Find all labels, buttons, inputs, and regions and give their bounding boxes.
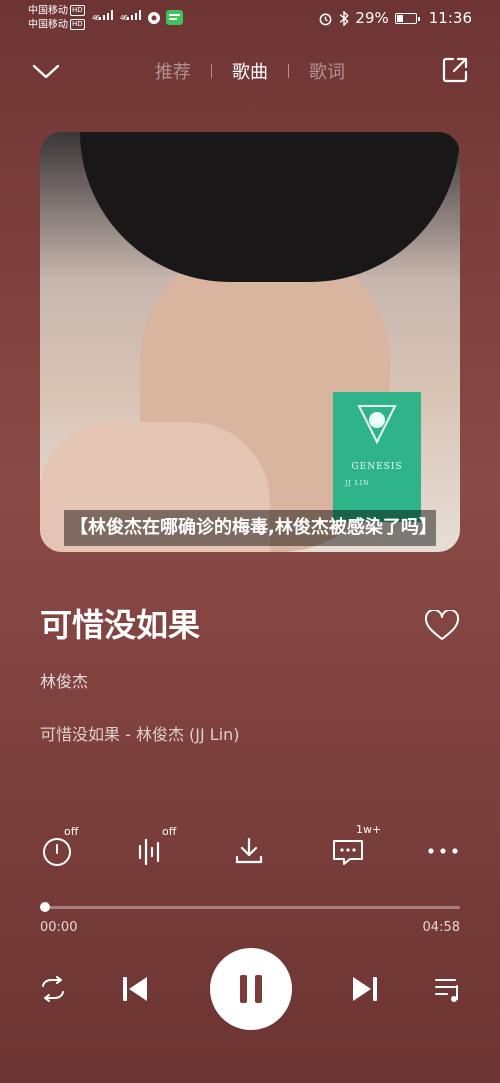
signal-icon-1: 46 — [92, 10, 113, 23]
tab-song[interactable]: 歌曲 — [212, 58, 288, 84]
heart-icon — [424, 610, 460, 640]
cd-title: GENESIS — [351, 462, 403, 472]
status-right: 29% 11:36 — [318, 9, 472, 27]
playlist-button[interactable] — [426, 967, 470, 1011]
cd-emblem-icon — [357, 405, 397, 445]
signal-icon-2: 46 — [120, 10, 141, 23]
download-button[interactable] — [227, 829, 271, 873]
album-cover[interactable]: GENESIS JJ LIN — [40, 132, 460, 552]
share-icon — [442, 57, 468, 83]
total-time: 04:58 — [422, 920, 460, 935]
cd-artist: JJ LIN — [345, 480, 370, 487]
comment-icon — [333, 840, 363, 865]
effect-badge: off — [162, 825, 177, 838]
more-button[interactable] — [421, 829, 465, 873]
tab-lyrics[interactable]: 歌词 — [289, 58, 365, 84]
clock: 11:36 — [428, 9, 472, 27]
app-notification-icon — [166, 10, 183, 28]
album-info[interactable]: 可惜没如果 - 林俊杰 (JJ Lin) — [40, 721, 240, 745]
hd-badge-2: HD — [70, 19, 85, 30]
comments-button[interactable]: 1w+ — [326, 823, 381, 873]
elapsed-time: 00:00 — [40, 920, 78, 935]
signal-1-label: 46 — [92, 14, 100, 22]
pause-icon — [240, 975, 262, 1003]
artist-name[interactable]: 林俊杰 — [40, 668, 88, 692]
previous-button[interactable] — [113, 967, 157, 1011]
repeat-button[interactable] — [31, 967, 75, 1011]
carrier-1-label: 中国移动 — [28, 5, 68, 17]
carrier-2: 中国移动 HD — [28, 19, 85, 32]
action-row: off off 1w+ — [0, 823, 500, 875]
download-icon — [235, 837, 263, 864]
carrier-2-label: 中国移动 — [28, 19, 68, 31]
playlist-icon — [435, 979, 458, 1002]
tab-bar: 推荐 歌曲 歌词 — [0, 55, 500, 87]
more-icon — [428, 848, 458, 854]
nfc-icon — [147, 11, 161, 28]
comments-badge: 1w+ — [356, 823, 382, 836]
next-icon — [353, 977, 377, 1001]
sound-effect-icon — [138, 838, 160, 866]
alarm-icon — [320, 13, 332, 25]
next-button[interactable] — [343, 967, 387, 1011]
timer-icon — [43, 838, 71, 866]
like-button[interactable] — [420, 604, 464, 648]
carrier-1: 中国移动 HD — [28, 5, 85, 18]
song-title: 可惜没如果 — [40, 607, 201, 643]
caption-overlay: 【林俊杰在哪确诊的梅毒,林俊杰被感染了吗】 — [64, 510, 437, 546]
album-portrait-hair — [80, 132, 460, 282]
battery-percent: 29% — [355, 9, 389, 27]
repeat-icon — [42, 976, 64, 1002]
progress-knob[interactable] — [40, 902, 50, 912]
previous-icon — [123, 977, 147, 1001]
sleep-timer-button[interactable]: off — [36, 825, 80, 873]
timer-badge: off — [64, 825, 79, 838]
progress-bar[interactable] — [40, 906, 460, 909]
cd-case: GENESIS JJ LIN — [333, 392, 421, 522]
playback-controls — [0, 948, 500, 1032]
pause-button[interactable] — [210, 948, 292, 1030]
bluetooth-icon — [340, 10, 350, 26]
battery-icon — [394, 12, 420, 24]
sound-effect-button[interactable]: off — [130, 825, 176, 873]
signal-2-label: 46 — [120, 14, 128, 22]
tab-recommend[interactable]: 推荐 — [135, 58, 211, 84]
share-button[interactable] — [433, 48, 477, 92]
status-bar: 中国移动 HD 中国移动 HD 46 46 29% 11:36 — [0, 0, 500, 38]
hd-badge: HD — [70, 5, 85, 16]
